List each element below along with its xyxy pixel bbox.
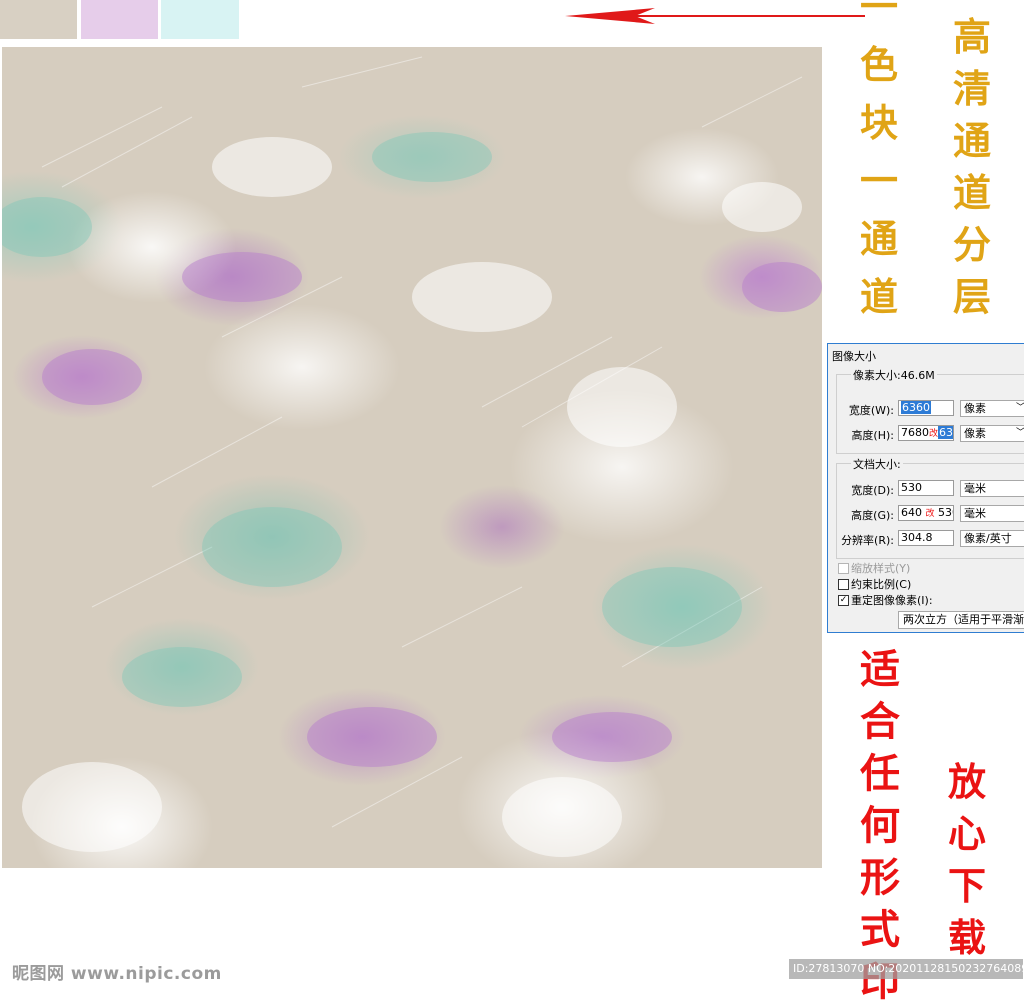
annotation-suitable-for-any-print: 适 合 任 何 形 式 印 bbox=[860, 647, 900, 1005]
doc-height-input[interactable]: 640 改 530 bbox=[898, 505, 954, 521]
checkbox-box bbox=[838, 562, 849, 574]
resolution-unit-select[interactable]: 像素/英寸 bbox=[960, 530, 1024, 547]
color-swatch-beige bbox=[0, 0, 77, 39]
marble-pattern-image bbox=[2, 47, 822, 868]
annotation-one-block-one-channel: 一 色 块 一 通 道 bbox=[860, 0, 899, 319]
resolution-input[interactable]: 304.8 bbox=[898, 530, 954, 546]
color-swatch-lavender bbox=[81, 0, 158, 39]
image-size-dialog: 图像大小 像素大小:46.6M 宽度(W): 6360 像素﹀ 高度(H): 7… bbox=[827, 343, 1024, 633]
resample-image-checkbox[interactable]: ✓ 重定图像像素(I): bbox=[838, 592, 933, 608]
document-size-label: 文档大小: bbox=[851, 456, 903, 472]
annotation-download-with-confidence: 放 心 下 载 bbox=[948, 760, 987, 960]
height-label: 高度(H): bbox=[851, 429, 894, 442]
doc-width-label: 宽度(D): bbox=[851, 484, 894, 497]
resample-method-select[interactable]: 两次立方（适用于平滑渐变 bbox=[898, 611, 1024, 629]
resolution-label: 分辨率(R): bbox=[841, 534, 894, 547]
pixel-size-label: 像素大小:46.6M bbox=[851, 367, 937, 383]
doc-width-input[interactable]: 530 bbox=[898, 480, 954, 496]
doc-width-unit-select[interactable]: 毫米 bbox=[960, 480, 1024, 497]
width-input[interactable]: 6360 bbox=[898, 400, 954, 416]
width-label: 宽度(W): bbox=[848, 404, 894, 417]
dialog-title: 图像大小 bbox=[832, 350, 876, 363]
image-id-watermark: ID:27813070 NO:20201128150232764089 bbox=[789, 959, 1023, 979]
color-swatch-light-cyan bbox=[161, 0, 239, 39]
height-input[interactable]: 7680改6360 bbox=[898, 425, 954, 441]
width-unit-select[interactable]: 像素﹀ bbox=[960, 400, 1024, 417]
scale-styles-checkbox[interactable]: 缩放样式(Y) bbox=[838, 560, 910, 576]
annotation-hd-channel-layering: 高 清 通 道 分 层 bbox=[953, 15, 992, 319]
checkbox-box bbox=[838, 578, 849, 590]
chevron-down-icon: ﹀ bbox=[1016, 401, 1024, 416]
red-arrow-icon bbox=[565, 8, 865, 24]
nipic-watermark: 昵图网 www.nipic.com bbox=[12, 964, 222, 984]
doc-height-unit-select[interactable]: 毫米 bbox=[960, 505, 1024, 522]
doc-height-label: 高度(G): bbox=[851, 509, 894, 522]
constrain-proportions-checkbox[interactable]: 约束比例(C) bbox=[838, 576, 911, 592]
height-unit-select[interactable]: 像素﹀ bbox=[960, 425, 1024, 442]
checkmark-icon: ✓ bbox=[838, 594, 849, 606]
chevron-down-icon: ﹀ bbox=[1016, 426, 1024, 441]
